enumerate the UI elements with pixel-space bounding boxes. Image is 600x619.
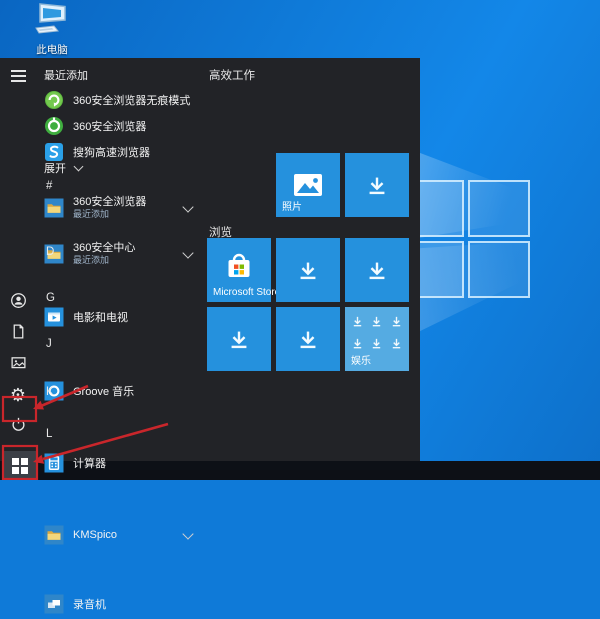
pictures-icon bbox=[10, 354, 27, 376]
user-icon bbox=[10, 292, 27, 314]
download-mini-icon bbox=[351, 315, 364, 333]
download-mini-icon bbox=[390, 315, 403, 333]
tile-download[interactable] bbox=[345, 238, 409, 302]
section-letter-header[interactable]: L bbox=[36, 428, 210, 440]
app-folder-icon bbox=[44, 198, 64, 218]
tile-download[interactable] bbox=[345, 153, 409, 217]
desktop-icon-label: 此电脑 bbox=[24, 42, 80, 57]
tile-ent-folder[interactable]: 娱乐 bbox=[345, 307, 409, 371]
app-label: 360安全浏览器 bbox=[73, 118, 146, 134]
section-letter-header[interactable]: K bbox=[36, 386, 210, 398]
sogou-browser-icon bbox=[44, 142, 64, 162]
movies-tv-icon bbox=[44, 307, 64, 327]
download-icon bbox=[276, 238, 340, 302]
chevron-down-icon[interactable] bbox=[182, 201, 193, 212]
expand-toggle[interactable]: 展开 bbox=[36, 160, 208, 176]
chevron-down-icon[interactable] bbox=[182, 528, 193, 539]
rail-button-pictures[interactable] bbox=[0, 352, 36, 378]
app-label: KMSpico bbox=[73, 529, 117, 541]
section-letter-header[interactable]: D bbox=[36, 246, 210, 258]
tile-download[interactable] bbox=[207, 307, 271, 371]
app-list-item[interactable]: 电影和电视 bbox=[36, 304, 200, 330]
settings-gear-icon: ⚙ bbox=[10, 386, 26, 406]
start-menu: ⚙ 最近添加 360安全浏览器无痕模式 360安全浏览器 搜狗高速浏览器 展开 … bbox=[0, 58, 420, 461]
tile-download[interactable] bbox=[276, 307, 340, 371]
power-icon bbox=[10, 416, 27, 438]
app-caption: 最近添加 bbox=[73, 209, 146, 219]
download-mini-icon bbox=[370, 337, 383, 355]
download-icon bbox=[345, 238, 409, 302]
download-icon bbox=[276, 307, 340, 371]
download-mini-icon bbox=[390, 337, 403, 355]
recent-app-item[interactable]: 360安全浏览器 bbox=[36, 113, 200, 139]
hamburger-icon bbox=[11, 70, 26, 82]
voice-recorder-icon bbox=[44, 594, 64, 614]
tile-download[interactable] bbox=[276, 238, 340, 302]
app-label: 360安全浏览器无痕模式 bbox=[73, 92, 190, 108]
app-label: 360安全浏览器 bbox=[73, 196, 146, 209]
start-menu-rail: ⚙ bbox=[0, 58, 36, 461]
tile-label: 娱乐 bbox=[351, 352, 371, 367]
start-menu-app-list: 最近添加 360安全浏览器无痕模式 360安全浏览器 搜狗高速浏览器 展开 # … bbox=[36, 58, 200, 461]
recent-app-item[interactable]: 360安全浏览器无痕模式 bbox=[36, 87, 200, 113]
rail-button-settings-gear[interactable]: ⚙ bbox=[0, 383, 36, 409]
download-mini-icon bbox=[370, 315, 383, 333]
section-letter-header[interactable]: J bbox=[36, 338, 210, 350]
tile-label: Microsoft Store bbox=[213, 287, 280, 298]
browser360-icon bbox=[44, 116, 64, 136]
section-letter-header[interactable]: # bbox=[36, 180, 210, 192]
app-list-item[interactable]: 计算器 bbox=[36, 450, 200, 476]
rail-button-documents[interactable] bbox=[0, 321, 36, 347]
tile-empty-slot bbox=[207, 153, 271, 217]
tile-photos[interactable]: 照片 bbox=[276, 153, 340, 217]
recent-added-header: 最近添加 bbox=[36, 67, 208, 83]
desktop-icon-this-pc[interactable]: 此电脑 bbox=[24, 2, 80, 57]
download-icon bbox=[345, 153, 409, 217]
tile-group-title: 高效工作 bbox=[209, 67, 255, 83]
rail-button-user[interactable] bbox=[0, 290, 36, 316]
app-label: 计算器 bbox=[73, 455, 106, 471]
browser360-incognito-icon bbox=[44, 90, 64, 110]
app-folder-icon bbox=[44, 525, 64, 545]
documents-icon bbox=[10, 323, 27, 345]
computer-icon bbox=[24, 2, 80, 41]
app-label: 录音机 bbox=[73, 596, 106, 612]
tile-store[interactable]: Microsoft Store bbox=[207, 238, 271, 302]
hamburger-menu-button[interactable] bbox=[0, 63, 36, 89]
tile-label: 照片 bbox=[282, 198, 302, 213]
download-icon bbox=[207, 307, 271, 371]
section-letter-header[interactable]: G bbox=[36, 292, 210, 304]
start-button[interactable] bbox=[4, 451, 36, 480]
app-list-item[interactable]: 360安全浏览器 最近添加 bbox=[36, 196, 200, 219]
app-list-item[interactable]: KMSpico bbox=[36, 522, 200, 548]
chevron-down-icon bbox=[74, 162, 84, 172]
wallpaper-windows-glyph bbox=[418, 180, 530, 298]
windows-logo-icon bbox=[12, 458, 28, 474]
store-icon bbox=[207, 238, 271, 292]
calculator-icon bbox=[44, 453, 64, 473]
app-label: 电影和电视 bbox=[73, 309, 128, 325]
rail-button-power[interactable] bbox=[0, 414, 36, 440]
app-list-item[interactable]: 录音机 bbox=[36, 591, 200, 617]
app-label: 搜狗高速浏览器 bbox=[73, 144, 150, 160]
